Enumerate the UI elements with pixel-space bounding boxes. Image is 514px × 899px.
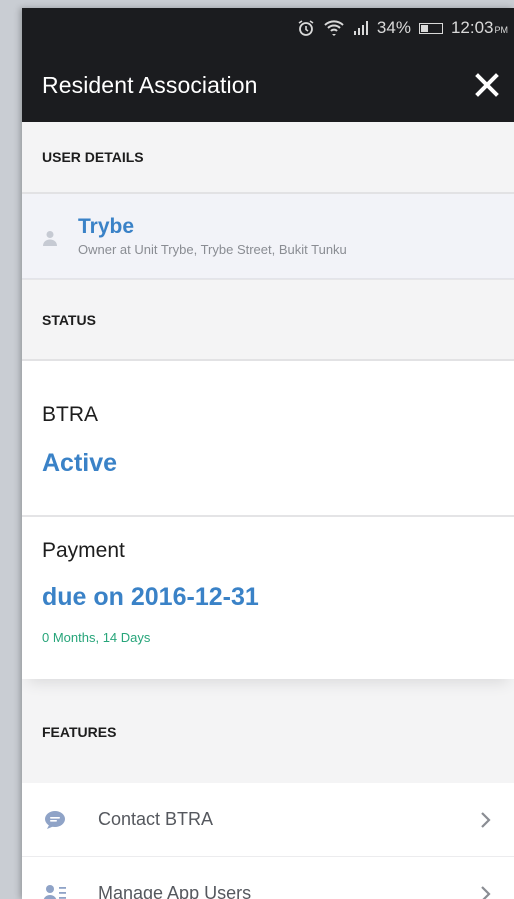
- alarm-icon: [297, 19, 315, 37]
- app-window: 34% 12:03 PM Resident Association USER D…: [22, 8, 514, 899]
- payment-status-block: Payment due on 2016-12-31 0 Months, 14 D…: [22, 517, 514, 679]
- wifi-icon: [323, 18, 345, 38]
- app-header: Resident Association: [22, 48, 514, 122]
- user-info: Trybe Owner at Unit Trybe, Trybe Street,…: [78, 215, 347, 257]
- user-name: Trybe: [78, 215, 135, 238]
- feature-label: Manage App Users: [98, 883, 252, 899]
- payment-remaining: 0 Months, 14 Days: [42, 630, 151, 645]
- section-header-status: STATUS: [22, 279, 514, 361]
- feature-manage-app-users[interactable]: Manage App Users: [22, 857, 514, 899]
- section-header-features: FEATURES: [22, 679, 514, 783]
- association-status-block: BTRA Active: [22, 361, 514, 517]
- feature-label: Contact BTRA: [98, 809, 214, 829]
- chevron-right-icon: [480, 885, 492, 899]
- section-header-user-details: USER DETAILS: [22, 122, 514, 194]
- chat-bubble-icon: [42, 810, 68, 830]
- association-status: Active: [42, 449, 118, 477]
- user-description: Owner at Unit Trybe, Trybe Street, Bukit…: [78, 242, 347, 257]
- clock-ampm: PM: [494, 25, 509, 35]
- status-bar: 34% 12:03 PM: [22, 8, 514, 48]
- signal-icon: [353, 21, 369, 35]
- battery-icon: [418, 22, 443, 34]
- feature-contact-btra[interactable]: Contact BTRA: [22, 783, 514, 857]
- payment-due-date: due on 2016-12-31: [42, 583, 259, 611]
- association-label: BTRA: [42, 403, 99, 426]
- close-icon: [475, 73, 499, 97]
- users-list-icon: [42, 884, 68, 899]
- clock-time: 12:03: [450, 18, 494, 37]
- user-profile-row[interactable]: Trybe Owner at Unit Trybe, Trybe Street,…: [22, 194, 514, 279]
- clock: 12:03 PM: [451, 18, 508, 38]
- person-icon: [40, 230, 60, 246]
- chevron-right-icon: [480, 811, 492, 829]
- page-title: Resident Association: [42, 71, 258, 98]
- payment-label: Payment: [42, 539, 125, 562]
- close-button[interactable]: [472, 70, 502, 100]
- battery-percent: 34%: [376, 18, 411, 37]
